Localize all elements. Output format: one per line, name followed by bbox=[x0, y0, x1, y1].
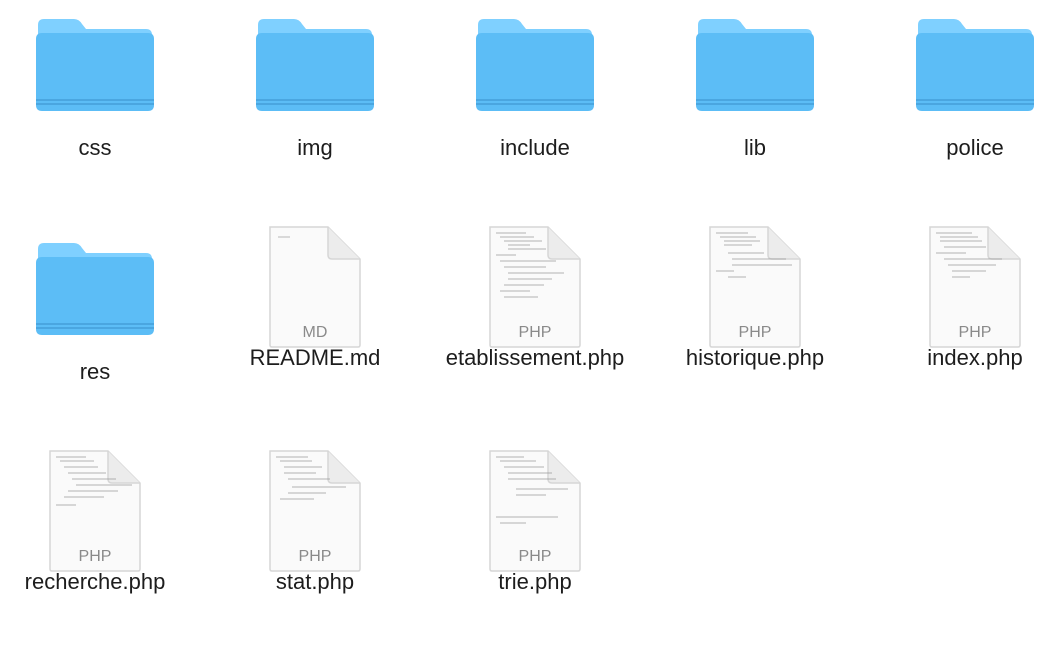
folder-icon bbox=[254, 15, 376, 113]
file-name: trie.php bbox=[498, 569, 572, 594]
folder-res[interactable]: res bbox=[0, 229, 205, 449]
file-trie[interactable]: PHP trie.php bbox=[425, 439, 645, 659]
file-extension-label: PHP bbox=[519, 324, 552, 341]
file-name: historique.php bbox=[685, 345, 825, 370]
php-file-icon: PHP bbox=[486, 449, 584, 573]
folder-css[interactable]: css bbox=[0, 5, 205, 225]
file-extension-label: PHP bbox=[79, 548, 112, 565]
file-extension-label: PHP bbox=[739, 324, 772, 341]
folder-name: lib bbox=[743, 135, 766, 160]
folder-icon bbox=[34, 15, 156, 113]
php-file-icon: PHP bbox=[266, 449, 364, 573]
folder-include[interactable]: include bbox=[425, 5, 645, 225]
file-historique[interactable]: PHP historique.php bbox=[645, 215, 865, 435]
folder-lib[interactable]: lib bbox=[645, 5, 865, 225]
file-etablissement[interactable]: PHP etablissement.php bbox=[425, 215, 645, 435]
file-extension-label: PHP bbox=[959, 324, 992, 341]
markdown-file-icon: MD bbox=[266, 225, 364, 349]
folder-icon bbox=[34, 239, 156, 337]
file-stat[interactable]: PHP stat.php bbox=[205, 439, 425, 659]
file-extension-label: PHP bbox=[299, 548, 332, 565]
file-name: etablissement.php bbox=[445, 345, 625, 370]
folder-img[interactable]: img bbox=[205, 5, 425, 225]
php-file-icon: PHP bbox=[46, 449, 144, 573]
php-file-icon: PHP bbox=[706, 225, 804, 349]
folder-icon bbox=[474, 15, 596, 113]
file-readme[interactable]: MD README.md bbox=[205, 215, 425, 435]
file-extension-label: MD bbox=[303, 324, 328, 341]
file-name: stat.php bbox=[275, 569, 355, 594]
file-extension-label: PHP bbox=[519, 548, 552, 565]
folder-police[interactable]: police bbox=[865, 5, 1054, 225]
folder-name: css bbox=[78, 135, 112, 160]
php-file-icon: PHP bbox=[926, 225, 1024, 349]
folder-name: img bbox=[297, 135, 333, 160]
file-index[interactable]: PHP index.php bbox=[865, 215, 1054, 435]
folder-name: include bbox=[500, 135, 570, 160]
file-name: recherche.php bbox=[24, 569, 166, 594]
file-name: README.md bbox=[249, 345, 381, 370]
folder-icon bbox=[914, 15, 1036, 113]
folder-name: police bbox=[946, 135, 1004, 160]
php-file-icon: PHP bbox=[486, 225, 584, 349]
file-recherche[interactable]: PHP recherche.php bbox=[0, 439, 205, 659]
file-name: index.php bbox=[927, 345, 1023, 370]
folder-icon bbox=[694, 15, 816, 113]
folder-name: res bbox=[79, 359, 111, 384]
